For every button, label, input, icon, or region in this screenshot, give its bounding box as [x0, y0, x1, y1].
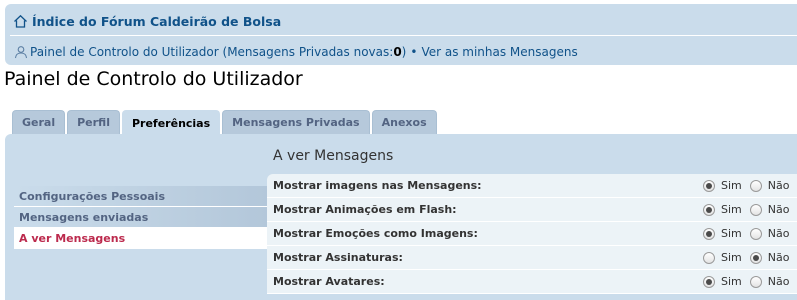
radio-group: Sim Não	[703, 227, 797, 240]
radio-yes[interactable]	[703, 179, 715, 192]
radio-yes[interactable]	[703, 251, 715, 264]
radio-no-label[interactable]: Não	[768, 227, 790, 240]
home-icon	[13, 14, 28, 29]
page-title: Painel de Controlo do Utilizador	[4, 68, 303, 90]
option-label: Mostrar imagens nas Mensagens:	[273, 179, 482, 192]
header-box: Índice do Fórum Caldeirão de Bolsa Paine…	[5, 4, 797, 65]
side-item-configuracoes-pessoais[interactable]: Configurações Pessoais	[14, 186, 267, 207]
radio-yes-label[interactable]: Sim	[721, 227, 742, 240]
tab-geral[interactable]: Geral	[12, 110, 66, 134]
radio-no[interactable]	[749, 227, 762, 240]
ucp-row: Painel de Controlo do Utilizador (Mensag…	[14, 43, 578, 61]
option-label: Mostrar Avatares:	[273, 275, 385, 288]
option-row-images: Mostrar imagens nas Mensagens: Sim Não	[267, 174, 797, 198]
radio-no-label[interactable]: Não	[768, 251, 790, 264]
side-item-a-ver-mensagens[interactable]: A ver Mensagens	[14, 228, 267, 249]
header-divider	[10, 35, 797, 36]
tab-bar: Geral Perfil Preferências Mensagens Priv…	[12, 110, 439, 135]
radio-group: Sim Não	[703, 179, 797, 192]
radio-no-label[interactable]: Não	[768, 203, 790, 216]
side-menu: Configurações Pessoais Mensagens enviada…	[14, 186, 267, 249]
option-row-smilies: Mostrar Emoções como Imagens: Sim Não	[267, 222, 797, 246]
tab-mensagens-privadas[interactable]: Mensagens Privadas	[222, 110, 370, 134]
forum-index-link[interactable]: Índice do Fórum Caldeirão de Bolsa	[32, 14, 281, 29]
pm-prefix-text: (Mensagens Privadas novas:	[222, 45, 394, 59]
radio-yes-label[interactable]: Sim	[721, 203, 742, 216]
tab-preferencias[interactable]: Preferências	[121, 110, 221, 135]
radio-yes-label[interactable]: Sim	[721, 179, 742, 192]
ucp-link[interactable]: Painel de Controlo do Utilizador	[30, 45, 219, 59]
radio-no[interactable]	[749, 251, 762, 264]
side-item-mensagens-enviadas[interactable]: Mensagens enviadas	[14, 207, 267, 228]
radio-group: Sim Não	[703, 251, 797, 264]
radio-yes-label[interactable]: Sim	[721, 275, 742, 288]
radio-no-label[interactable]: Não	[768, 179, 790, 192]
separator: •	[410, 45, 418, 59]
breadcrumb: Índice do Fórum Caldeirão de Bolsa	[13, 11, 281, 31]
content-title: A ver Mensagens	[273, 148, 394, 164]
radio-group: Sim Não	[703, 203, 797, 216]
pm-count: 0	[393, 45, 402, 59]
tab-anexos[interactable]: Anexos	[371, 110, 437, 134]
user-icon	[14, 45, 28, 59]
view-messages-link[interactable]: Ver as minhas Mensagens	[421, 45, 577, 59]
options-list: Mostrar imagens nas Mensagens: Sim Não M…	[267, 174, 797, 294]
radio-no[interactable]	[749, 203, 762, 216]
pm-suffix: )	[401, 45, 407, 59]
option-row-flash: Mostrar Animações em Flash: Sim Não	[267, 198, 797, 222]
radio-yes[interactable]	[703, 203, 715, 216]
radio-yes-label[interactable]: Sim	[721, 251, 742, 264]
option-label: Mostrar Assinaturas:	[273, 251, 403, 264]
radio-no-label[interactable]: Não	[768, 275, 790, 288]
option-row-avatars: Mostrar Avatares: Sim Não	[267, 270, 797, 294]
preferences-panel: Configurações Pessoais Mensagens enviada…	[5, 134, 797, 300]
option-row-signatures: Mostrar Assinaturas: Sim Não	[267, 246, 797, 270]
radio-yes[interactable]	[703, 227, 715, 240]
option-label: Mostrar Animações em Flash:	[273, 203, 457, 216]
tab-perfil[interactable]: Perfil	[67, 110, 120, 134]
radio-no[interactable]	[749, 179, 762, 192]
radio-group: Sim Não	[703, 275, 797, 288]
option-label: Mostrar Emoções como Imagens:	[273, 227, 478, 240]
radio-no[interactable]	[749, 275, 762, 288]
radio-yes[interactable]	[703, 275, 715, 288]
